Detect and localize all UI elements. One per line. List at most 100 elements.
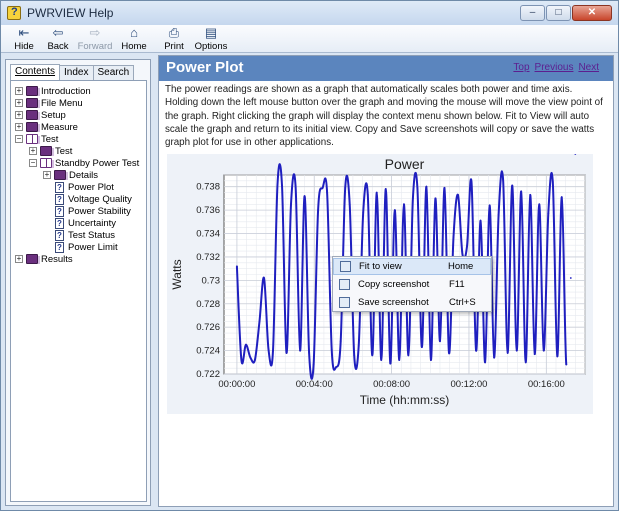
- tree-item[interactable]: + Results: [15, 253, 73, 265]
- context-menu: Fit to view Home Copy screenshot F11 Save …: [332, 256, 492, 312]
- back-button[interactable]: ⇦ Back: [41, 25, 75, 52]
- help-page-icon: ?: [55, 229, 64, 241]
- print-icon: ⎙: [168, 25, 180, 40]
- previous-link[interactable]: Previous: [535, 62, 574, 73]
- tab-search[interactable]: Search: [92, 65, 135, 81]
- data-point: [245, 343, 247, 346]
- expand-icon[interactable]: +: [15, 87, 23, 95]
- forward-button[interactable]: ⇨ Forward: [75, 25, 115, 52]
- tab-index[interactable]: Index: [59, 65, 94, 81]
- tree-item[interactable]: ? Power Plot: [55, 181, 114, 193]
- data-point: [267, 348, 270, 351]
- data-point: [547, 212, 550, 215]
- help-page-icon: ?: [55, 193, 64, 205]
- help-window: PWRVIEW Help – □ ✕ ⇤Hide ⇦Back ⇨Forward …: [0, 0, 619, 511]
- data-point: [430, 359, 432, 361]
- window-title: PWRVIEW Help: [27, 6, 114, 20]
- menu-item-save-screenshot[interactable]: Save screenshot Ctrl+S: [333, 294, 491, 311]
- data-point: [443, 187, 446, 189]
- tree-item[interactable]: + File Menu: [15, 97, 83, 109]
- minimize-button[interactable]: –: [520, 5, 545, 21]
- menu-item-fit-to-view[interactable]: Fit to view Home: [333, 258, 491, 275]
- data-point: [533, 353, 536, 355]
- tree-item[interactable]: + Details: [43, 169, 98, 181]
- close-button[interactable]: ✕: [572, 5, 612, 21]
- data-point: [393, 209, 396, 211]
- data-point: [254, 359, 256, 361]
- expand-icon[interactable]: +: [15, 123, 23, 131]
- expand-icon[interactable]: +: [15, 111, 23, 119]
- y-tick-label: 0.724: [196, 346, 220, 357]
- tree-item-label: Power Limit: [68, 241, 118, 253]
- print-button[interactable]: ⎙ Print: [156, 25, 192, 52]
- data-point: [375, 191, 378, 194]
- expand-icon[interactable]: +: [29, 147, 37, 155]
- menu-item-shortcut: F11: [449, 279, 465, 290]
- data-point: [574, 154, 577, 155]
- collapse-icon[interactable]: −: [15, 135, 23, 143]
- options-button[interactable]: ▤ Options: [192, 25, 230, 52]
- tree-item[interactable]: + Introduction: [15, 85, 91, 97]
- data-point: [569, 277, 572, 279]
- menu-item-copy-screenshot[interactable]: Copy screenshot F11: [333, 276, 491, 293]
- book-icon: [26, 122, 40, 132]
- tree-item[interactable]: ? Voltage Quality: [55, 193, 132, 205]
- tree-item[interactable]: − Test: [15, 133, 58, 145]
- y-tick-label: 0.73: [202, 275, 221, 286]
- data-point: [258, 320, 261, 323]
- y-tick-label: 0.732: [196, 252, 220, 263]
- fit-icon: [340, 261, 351, 272]
- data-point: [398, 359, 401, 361]
- copy-icon: [339, 279, 350, 290]
- data-point: [497, 213, 500, 216]
- data-point: [344, 187, 347, 189]
- data-point: [366, 194, 369, 196]
- top-link[interactable]: Top: [513, 62, 529, 73]
- expand-icon[interactable]: +: [15, 99, 23, 107]
- maximize-button[interactable]: □: [546, 5, 571, 21]
- tree-item-label: Results: [41, 253, 73, 265]
- expand-icon[interactable]: +: [15, 255, 23, 263]
- tree-item[interactable]: − Standby Power Test: [29, 157, 139, 169]
- options-icon: ▤: [204, 25, 218, 40]
- data-point: [502, 178, 504, 181]
- data-point: [421, 346, 423, 348]
- expand-icon[interactable]: +: [43, 171, 51, 179]
- data-point: [240, 359, 243, 361]
- open-book-icon: [40, 158, 54, 168]
- data-point: [551, 181, 554, 183]
- tree-item[interactable]: ? Power Stability: [55, 205, 131, 217]
- data-point: [542, 349, 545, 352]
- book-icon: [26, 110, 40, 120]
- data-point: [407, 354, 410, 357]
- tree-item-label: Standby Power Test: [55, 157, 140, 169]
- tree-item[interactable]: + Measure: [15, 121, 78, 133]
- x-tick-label: 00:08:00: [373, 379, 410, 390]
- hide-button[interactable]: ⇤ Hide: [7, 25, 41, 52]
- y-tick-label: 0.726: [196, 322, 220, 333]
- tree-item[interactable]: ? Uncertainty: [55, 217, 116, 229]
- data-point: [416, 187, 419, 189]
- x-tick-label: 00:00:00: [218, 379, 255, 390]
- book-icon: [26, 98, 40, 108]
- tree-item[interactable]: ? Power Limit: [55, 241, 118, 253]
- tree-item[interactable]: + Setup: [15, 109, 66, 121]
- data-point: [475, 349, 477, 352]
- data-point: [520, 190, 523, 193]
- forward-icon: ⇨: [89, 25, 101, 40]
- tab-contents[interactable]: Contents: [10, 64, 61, 80]
- home-button[interactable]: ⌂ Home: [115, 25, 153, 52]
- tree-item[interactable]: + Test: [29, 145, 72, 157]
- data-point: [308, 352, 310, 354]
- book-icon: [26, 86, 40, 96]
- data-point: [493, 356, 495, 359]
- data-point: [321, 187, 324, 189]
- next-link[interactable]: Next: [578, 62, 599, 73]
- collapse-icon[interactable]: −: [29, 159, 37, 167]
- chart-title: Power: [385, 156, 425, 172]
- tree-item[interactable]: ? Test Status: [55, 229, 115, 241]
- data-point: [439, 340, 441, 343]
- data-point: [506, 352, 509, 354]
- menu-item-label: Save screenshot: [358, 297, 429, 308]
- toolbar: ⇤ Hide ⇦ Back ⇨ Forward ⌂ Home ⎙ Print ▤ Optio…: [1, 25, 618, 53]
